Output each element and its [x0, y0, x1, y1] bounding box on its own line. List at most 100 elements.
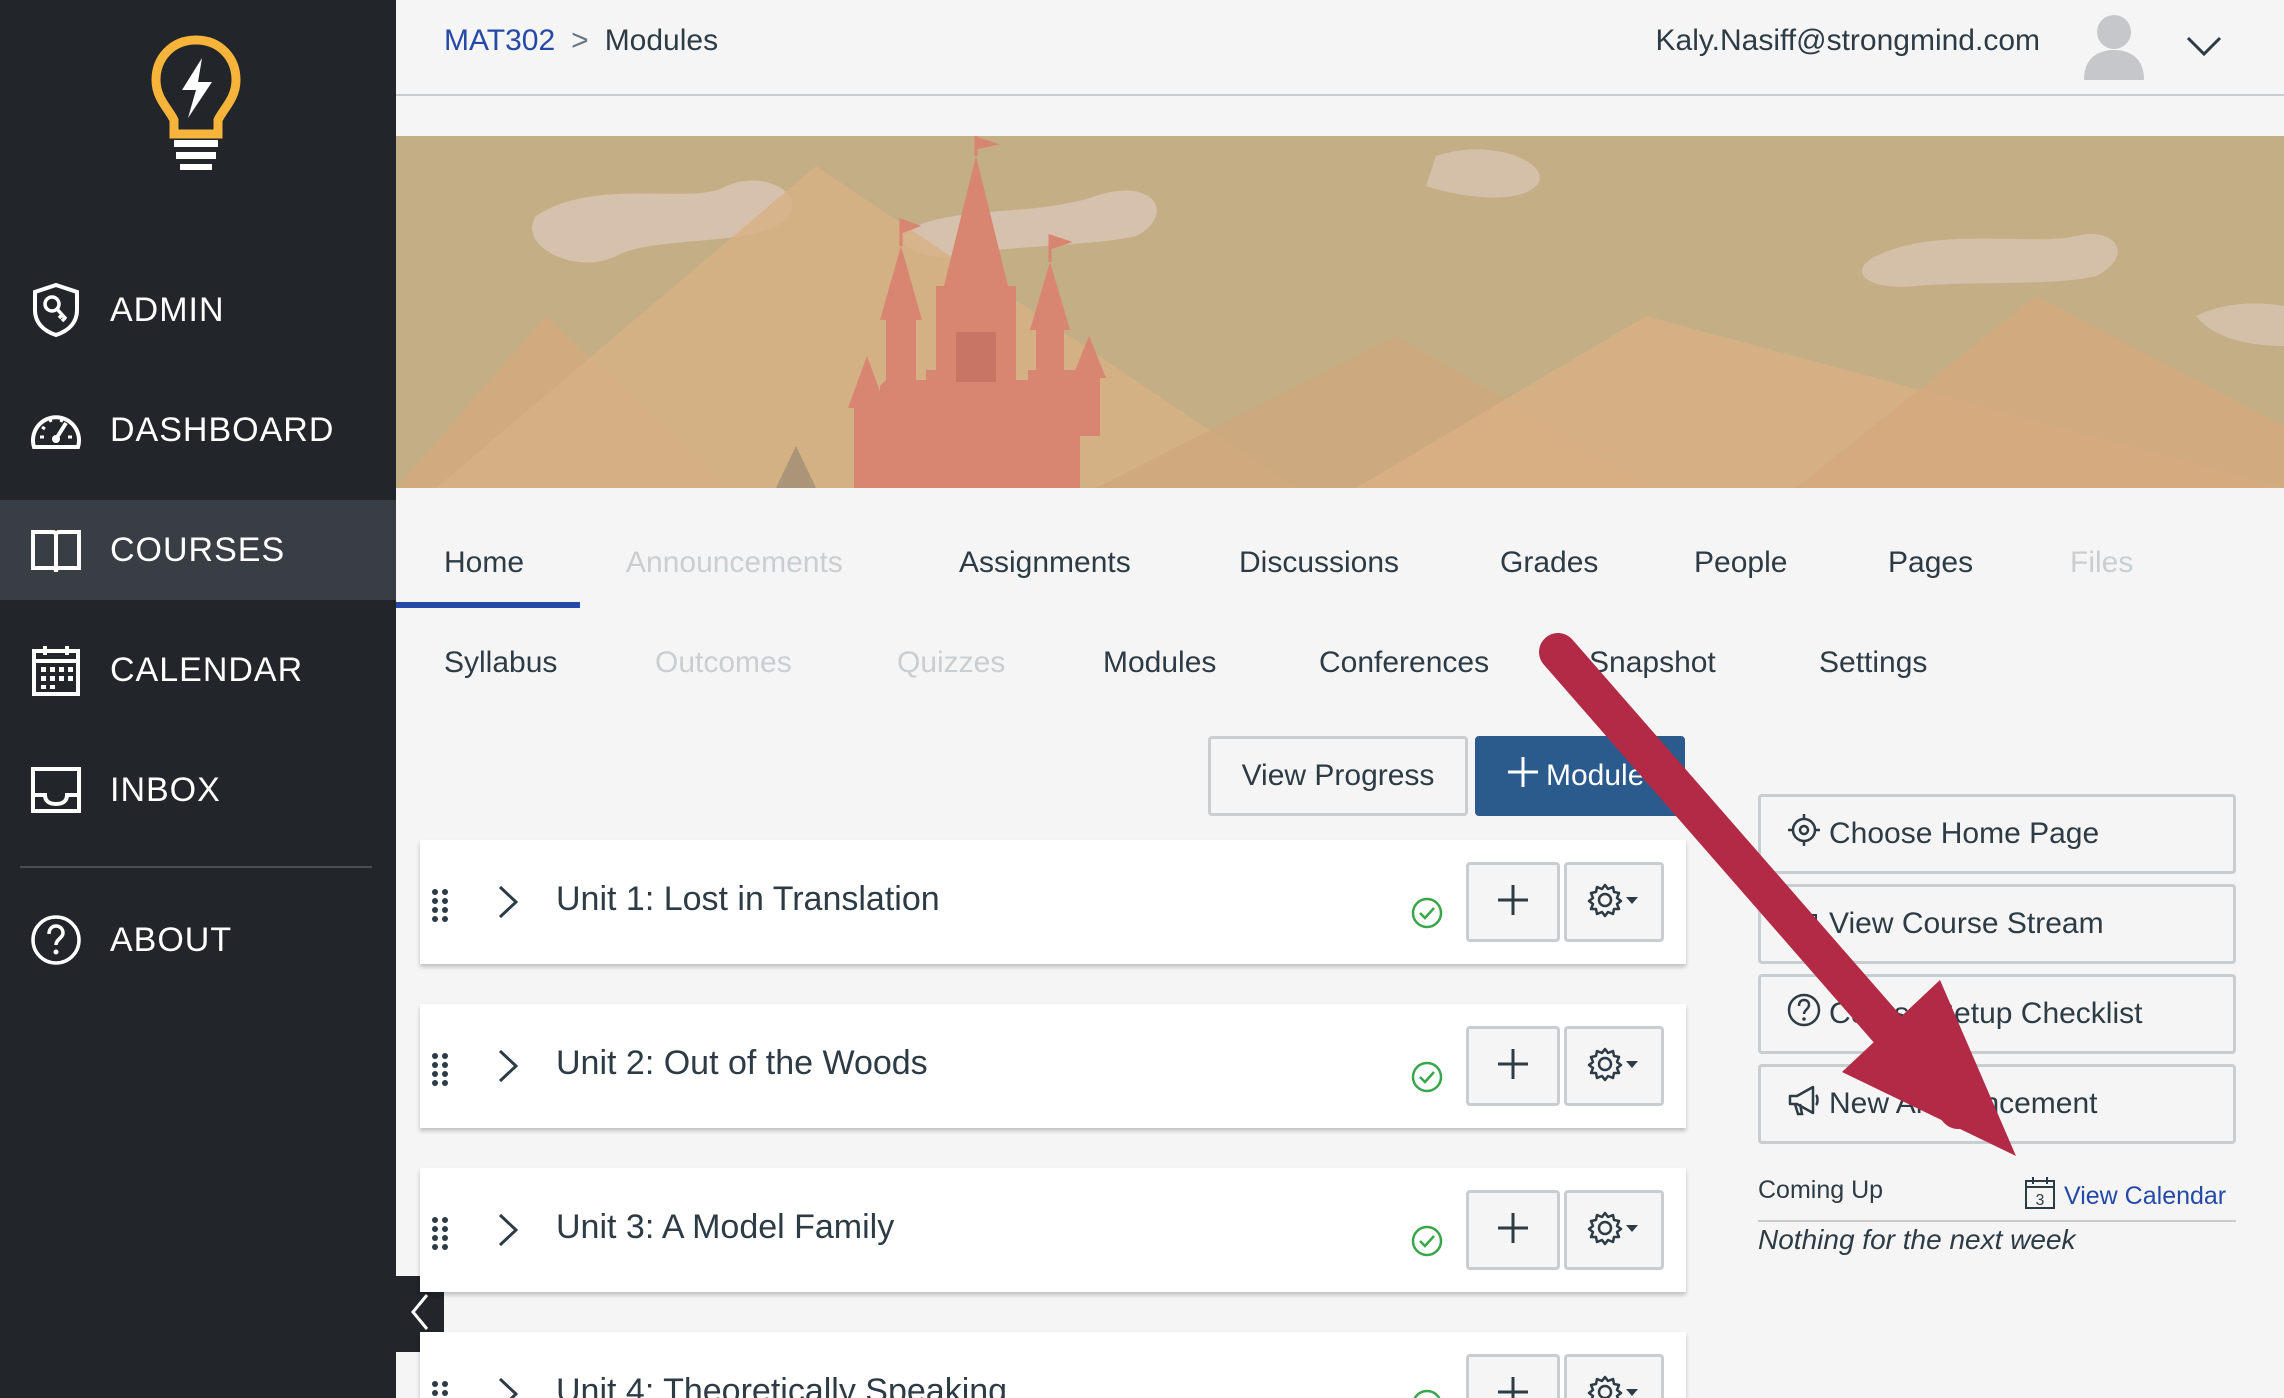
courses-book-icon: [28, 522, 84, 578]
coming-up-empty-message: Nothing for the next week: [1758, 1224, 2076, 1255]
gear-icon: [1587, 1046, 1623, 1087]
view-progress-button[interactable]: View Progress: [1208, 736, 1468, 816]
drag-handle-icon[interactable]: [430, 1216, 450, 1250]
module-settings-button[interactable]: [1564, 1190, 1664, 1270]
tab-snapshot[interactable]: Snapshot: [1589, 646, 1716, 680]
tab-home[interactable]: Home: [444, 546, 524, 580]
gear-icon: [1587, 1374, 1623, 1398]
plus-icon: [1496, 1211, 1530, 1250]
new-announcement-button[interactable]: New Announcement: [1758, 1064, 2236, 1144]
breadcrumb-current: Modules: [604, 24, 719, 57]
tab-pages[interactable]: Pages: [1888, 546, 1973, 580]
tab-selected-indicator: [396, 602, 580, 608]
module-settings-button[interactable]: [1564, 1026, 1664, 1106]
page-header: MAT302 > Modules Kaly.Nasiff@strongmind.…: [396, 0, 2284, 96]
coming-up-heading: Coming Up: [1758, 1176, 1884, 1204]
calendar-icon: [28, 642, 84, 698]
published-check-icon[interactable]: [1410, 896, 1444, 930]
nav-item-courses[interactable]: COURSES: [0, 500, 396, 600]
published-check-icon[interactable]: [1410, 1388, 1444, 1398]
module-title[interactable]: Unit 1: Lost in Translation: [556, 880, 940, 919]
add-module-label: Module: [1546, 759, 1645, 792]
view-course-stream-label: View Course Stream: [1829, 907, 2104, 940]
plus-icon: [1496, 1047, 1530, 1086]
module-title[interactable]: Unit 4: Theoretically Speaking: [556, 1372, 1007, 1398]
add-module-button[interactable]: Module: [1475, 736, 1685, 816]
calendar-day-icon: 3: [2024, 1176, 2064, 1217]
caret-down-icon: [1623, 1057, 1641, 1075]
drag-handle-icon[interactable]: [430, 1380, 450, 1398]
choose-home-page-label: Choose Home Page: [1829, 817, 2100, 850]
module-settings-button[interactable]: [1564, 862, 1664, 942]
nav-item-admin[interactable]: ADMIN: [0, 260, 396, 360]
add-item-button[interactable]: [1466, 862, 1560, 942]
megaphone-icon: [1787, 1083, 1829, 1125]
tab-assignments[interactable]: Assignments: [959, 546, 1131, 580]
view-calendar-label: View Calendar: [2064, 1182, 2227, 1210]
caret-down-icon: [1623, 1385, 1641, 1398]
add-item-button[interactable]: [1466, 1190, 1560, 1270]
plus-icon: [1496, 883, 1530, 922]
calendar-day-number: 3: [2036, 1192, 2045, 1209]
dashboard-gauge-icon: [28, 402, 84, 458]
published-check-icon[interactable]: [1410, 1224, 1444, 1258]
course-setup-checklist-button[interactable]: Course Setup Checklist: [1758, 974, 2236, 1054]
chevron-down-icon[interactable]: [2184, 26, 2224, 66]
tab-discussions[interactable]: Discussions: [1239, 546, 1399, 580]
user-email[interactable]: Kaly.Nasiff@strongmind.com: [1656, 24, 2040, 58]
tab-modules[interactable]: Modules: [1103, 646, 1216, 680]
module-title[interactable]: Unit 3: A Model Family: [556, 1208, 894, 1247]
drag-handle-icon[interactable]: [430, 1052, 450, 1086]
global-nav-sidebar: ADMIN DASHBOARD COURSES CALENDAR INBOX A…: [0, 0, 396, 1398]
course-setup-checklist-label: Course Setup Checklist: [1829, 997, 2143, 1030]
bar-chart-icon: [1787, 903, 1829, 945]
caret-down-icon: [1623, 893, 1641, 911]
drag-handle-icon[interactable]: [430, 888, 450, 922]
course-nav-tabs: Home Announcements Assignments Discussio…: [396, 488, 2284, 688]
chevron-left-icon: [409, 1292, 431, 1337]
tab-quizzes: Quizzes: [897, 646, 1006, 679]
nav-item-dashboard[interactable]: DASHBOARD: [0, 380, 396, 480]
tab-settings[interactable]: Settings: [1819, 646, 1927, 680]
admin-shield-icon: [28, 282, 84, 338]
nav-item-about[interactable]: ABOUT: [0, 890, 396, 990]
published-check-icon[interactable]: [1410, 1060, 1444, 1094]
module-row: Unit 1: Lost in Translation: [420, 840, 1686, 964]
nav-label-admin: ADMIN: [110, 290, 225, 329]
module-row: Unit 2: Out of the Woods: [420, 1004, 1686, 1128]
chevron-right-icon[interactable]: [496, 884, 520, 920]
nav-label-inbox: INBOX: [110, 770, 221, 809]
lightbulb-logo-icon[interactable]: [150, 34, 242, 172]
chevron-right-icon[interactable]: [496, 1376, 520, 1398]
module-settings-button[interactable]: [1564, 1354, 1664, 1398]
breadcrumb-separator: >: [571, 24, 589, 57]
target-icon: [1787, 813, 1829, 855]
view-course-stream-button[interactable]: View Course Stream: [1758, 884, 2236, 964]
tab-grades[interactable]: Grades: [1500, 546, 1598, 580]
coming-up-divider: [1758, 1220, 2236, 1222]
course-banner-image: [396, 136, 2284, 488]
nav-item-calendar[interactable]: CALENDAR: [0, 620, 396, 720]
gear-icon: [1587, 1210, 1623, 1251]
tab-people[interactable]: People: [1694, 546, 1787, 580]
new-announcement-label: New Announcement: [1829, 1087, 2098, 1120]
gear-icon: [1587, 882, 1623, 923]
view-calendar-link[interactable]: 3 View Calendar: [2024, 1176, 2226, 1217]
tab-conferences[interactable]: Conferences: [1319, 646, 1489, 680]
question-circle-icon: [1787, 993, 1829, 1035]
add-item-button[interactable]: [1466, 1354, 1560, 1398]
user-avatar-icon[interactable]: [2078, 8, 2150, 80]
chevron-right-icon[interactable]: [496, 1212, 520, 1248]
nav-label-courses: COURSES: [110, 530, 286, 569]
module-title[interactable]: Unit 2: Out of the Woods: [556, 1044, 928, 1083]
nav-label-dashboard: DASHBOARD: [110, 410, 335, 449]
module-row: Unit 4: Theoretically Speaking: [420, 1332, 1686, 1398]
chevron-right-icon[interactable]: [496, 1048, 520, 1084]
tab-syllabus[interactable]: Syllabus: [444, 646, 557, 680]
breadcrumb: MAT302 > Modules: [444, 24, 718, 58]
choose-home-page-button[interactable]: Choose Home Page: [1758, 794, 2236, 874]
nav-item-inbox[interactable]: INBOX: [0, 740, 396, 840]
breadcrumb-course-link[interactable]: MAT302: [444, 24, 555, 58]
plus-icon: [1496, 1375, 1530, 1398]
add-item-button[interactable]: [1466, 1026, 1560, 1106]
